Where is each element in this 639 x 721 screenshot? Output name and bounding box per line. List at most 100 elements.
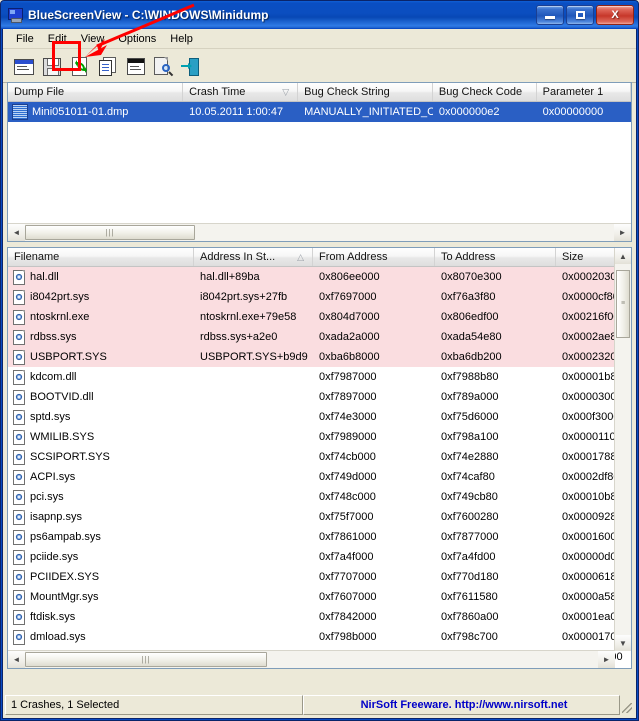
col-size[interactable]: Size [556, 248, 623, 266]
driver-filename-label: WMILIB.SYS [30, 431, 95, 443]
crash-list-hscrollbar[interactable]: ◄ ||| ► [8, 223, 631, 241]
cell-filename: pci.sys [8, 487, 194, 507]
table-row[interactable]: WMILIB.SYS 0xf7989000 0xf798a100 0x00001100 [8, 427, 631, 447]
scroll-left-arrow-icon[interactable]: ◄ [8, 224, 25, 241]
col-dump-file[interactable]: Dump File [8, 83, 184, 101]
maximize-button[interactable] [566, 4, 594, 25]
driver-file-icon [12, 610, 26, 625]
grip-icon: ≡ [620, 300, 626, 307]
driver-hscroll-thumb[interactable]: ||| [25, 652, 267, 667]
col-filename[interactable]: Filename [8, 248, 194, 266]
panel-splitter[interactable] [7, 243, 632, 246]
driver-filename-label: USBPORT.SYS [30, 351, 107, 363]
table-row[interactable]: PCIIDEX.SYS 0xf7707000 0xf770d180 0x0000618… [8, 567, 631, 587]
menu-view[interactable]: View [74, 31, 112, 47]
col-parameter-1[interactable]: Parameter 1 [537, 83, 631, 101]
crash-hscroll-thumb[interactable]: ||| [25, 225, 195, 240]
driver-hscroll-track[interactable]: ||| [25, 651, 598, 668]
html-report-icon [153, 56, 174, 76]
options-button[interactable] [123, 54, 147, 78]
driver-filename-label: isapnp.sys [30, 511, 82, 523]
col-from-address[interactable]: From Address [313, 248, 435, 266]
menu-bar: File Edit View Options Help [3, 29, 636, 49]
col-bug-check-code-label: Bug Check Code [438, 86, 523, 98]
table-row[interactable]: kdcom.dll 0xf7987000 0xf7988b80 0x00001b80 [8, 367, 631, 387]
driver-filename-label: ps6ampab.sys [30, 531, 101, 543]
scroll-up-arrow-icon[interactable]: ▲ [615, 248, 631, 264]
cell-filename: ntoskrnl.exe [8, 307, 194, 327]
cell-to-address: 0xf7988b80 [441, 371, 499, 383]
table-row[interactable]: hal.dll hal.dll+89ba 0x806ee000 0x8070e300 0… [8, 267, 631, 287]
cell-address-in-stack [194, 407, 313, 427]
table-row[interactable]: ACPI.sys 0xf749d000 0xf74caf80 0x0002df80 [8, 467, 631, 487]
col-address-in-stack[interactable]: Address In St... △ [194, 248, 313, 266]
cell-to-address: 0xf74caf80 [441, 471, 495, 483]
scroll-down-arrow-icon[interactable]: ▼ [615, 635, 631, 651]
col-to-address[interactable]: To Address [435, 248, 556, 266]
status-bar: 1 Crashes, 1 Selected NirSoft Freeware. … [5, 695, 634, 715]
minimize-button[interactable] [536, 4, 564, 25]
cell-address-in-stack [194, 427, 313, 447]
cell-from-address: 0xf75f7000 [319, 511, 374, 523]
exit-button[interactable] [179, 54, 203, 78]
driver-filename-label: hal.dll [30, 271, 59, 283]
save-button[interactable] [39, 54, 63, 78]
table-row[interactable]: SCSIPORT.SYS 0xf74cb000 0xf74e2880 0x000178… [8, 447, 631, 467]
scroll-right-arrow-icon[interactable]: ► [598, 651, 615, 668]
driver-list-vscrollbar[interactable]: ▲ ≡ ▼ [614, 248, 631, 651]
cell-filename: SCSIPORT.SYS [8, 447, 194, 467]
table-row[interactable]: dmload.sys 0xf798b000 0xf798c700 0x00001700 [8, 627, 631, 647]
properties-button[interactable] [11, 54, 35, 78]
scroll-right-arrow-icon[interactable]: ► [614, 224, 631, 241]
status-nirsoft-link[interactable]: NirSoft Freeware. http://www.nirsoft.net [303, 695, 620, 715]
table-row[interactable]: sptd.sys 0xf74e3000 0xf75d6000 0x000f3000 [8, 407, 631, 427]
col-crash-time[interactable]: Crash Time ▽ [183, 83, 299, 101]
refresh-button[interactable] [67, 54, 91, 78]
table-row[interactable]: ftdisk.sys 0xf7842000 0xf7860a00 0x0001ea00 [8, 607, 631, 627]
table-row[interactable]: isapnp.sys 0xf75f7000 0xf7600280 0x00009280 [8, 507, 631, 527]
driver-filename-label: sptd.sys [30, 411, 71, 423]
menu-file[interactable]: File [9, 31, 41, 47]
table-row[interactable]: rdbss.sys rdbss.sys+a2e0 0xada2a000 0xada54… [8, 327, 631, 347]
scroll-left-arrow-icon[interactable]: ◄ [8, 651, 25, 668]
driver-file-icon [12, 450, 26, 465]
cell-size: 0x0000cf80 [562, 291, 619, 303]
crash-hscroll-track[interactable]: ||| [25, 224, 614, 241]
html-report-button[interactable] [151, 54, 175, 78]
table-row[interactable]: BOOTVID.dll 0xf7897000 0xf789a000 0x0000300… [8, 387, 631, 407]
menu-options[interactable]: Options [111, 31, 163, 47]
table-row[interactable]: MountMgr.sys 0xf7607000 0xf7611580 0x0000a5… [8, 587, 631, 607]
caption-buttons: X [536, 4, 634, 25]
menu-help[interactable]: Help [163, 31, 200, 47]
client-area: File Edit View Options Help Dump File Cr… [2, 29, 637, 719]
driver-filename-label: ntoskrnl.exe [30, 311, 90, 323]
table-row[interactable]: ps6ampab.sys 0xf7861000 0xf7877000 0x000160… [8, 527, 631, 547]
table-row[interactable]: pciide.sys 0xf7a4f000 0xf7a4fd00 0x00000d00 [8, 547, 631, 567]
sort-descending-icon: ▽ [282, 87, 290, 97]
cell-from-address: 0x806ee000 [319, 271, 380, 283]
copy-button[interactable] [95, 54, 119, 78]
table-row[interactable]: i8042prt.sys i8042prt.sys+27fb 0xf7697000 0… [8, 287, 631, 307]
close-button[interactable]: X [596, 4, 634, 25]
driver-vscroll-thumb[interactable]: ≡ [616, 270, 630, 338]
cell-address-in-stack [194, 487, 313, 507]
cell-size: 0x00003000 [562, 391, 623, 403]
cell-from-address: 0xf798b000 [319, 631, 377, 643]
cell-from-address: 0xf7a4f000 [319, 551, 374, 563]
col-bug-check-code[interactable]: Bug Check Code [433, 83, 537, 101]
table-row[interactable]: USBPORT.SYS USBPORT.SYS+b9d9 0xba6b8000 0xb… [8, 347, 631, 367]
table-row[interactable]: pci.sys 0xf748c000 0xf749cb80 0x00010b80 [8, 487, 631, 507]
cell-size: 0x0001ea00 [562, 611, 623, 623]
driver-list-header: Filename Address In St... △ From Address… [8, 248, 623, 267]
table-row[interactable]: ntoskrnl.exe ntoskrnl.exe+79e58 0x804d7000… [8, 307, 631, 327]
table-row[interactable]: Mini051011-01.dmp 10.05.2011 1:00:47 MAN… [8, 102, 631, 122]
driver-list-hscrollbar[interactable]: ◄ ||| ► [8, 650, 615, 668]
col-bug-check-string[interactable]: Bug Check String [298, 83, 433, 101]
cell-filename: pciide.sys [8, 547, 194, 567]
resize-grip-icon[interactable] [620, 695, 634, 715]
sort-ascending-icon: △ [297, 252, 304, 262]
cell-from-address: 0xf7989000 [319, 431, 377, 443]
cell-size: 0x00023200 [562, 351, 623, 363]
menu-edit[interactable]: Edit [41, 31, 74, 47]
cell-to-address: 0x8070e300 [441, 271, 502, 283]
